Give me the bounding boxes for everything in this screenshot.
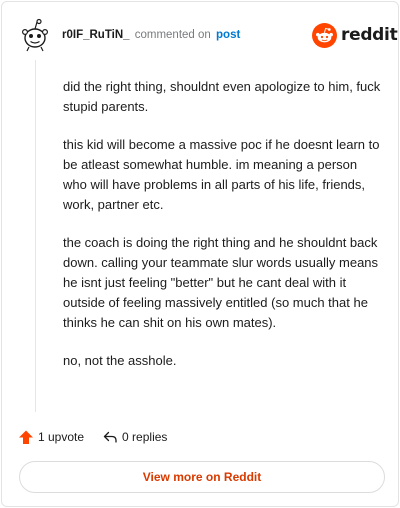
comment-paragraph: this kid will become a massive poc if he… (63, 137, 380, 212)
comment-paragraph: no, not the asshole. (63, 353, 177, 368)
username[interactable]: r0IF_RuTiN_ (62, 29, 130, 41)
comment-body: did the right thing, shouldnt even apolo… (63, 77, 383, 389)
view-more-label: View more on Reddit (142, 470, 262, 484)
upvote-arrow-icon (19, 430, 33, 444)
comment-card: r0IF_RuTiN_ commented on post reddit did… (1, 1, 399, 507)
avatar[interactable] (20, 18, 50, 52)
upvote-count: 1 upvote (38, 430, 85, 444)
reddit-snoo-icon (312, 22, 337, 48)
comment-paragraph: did the right thing, shouldnt even apolo… (63, 79, 381, 114)
thread-line (35, 60, 36, 412)
commented-on-label: commented on (134, 29, 211, 41)
reply-arrow-icon (103, 431, 117, 443)
replies-button[interactable]: 0 replies (102, 429, 167, 445)
reddit-logo[interactable]: reddit (312, 22, 398, 48)
comment-header: r0IF_RuTiN_ commented on post (62, 28, 240, 42)
post-link[interactable]: post (216, 29, 240, 41)
comment-actions: 1 upvote 0 replies (18, 428, 167, 446)
comment-paragraph: the coach is doing the right thing and h… (63, 235, 379, 330)
reddit-wordmark: reddit (341, 25, 398, 45)
upvote-button[interactable]: 1 upvote (18, 429, 84, 445)
view-more-button[interactable]: View more on Reddit (19, 461, 385, 493)
replies-count: 0 replies (122, 430, 168, 444)
snoo-avatar-icon (21, 18, 49, 52)
